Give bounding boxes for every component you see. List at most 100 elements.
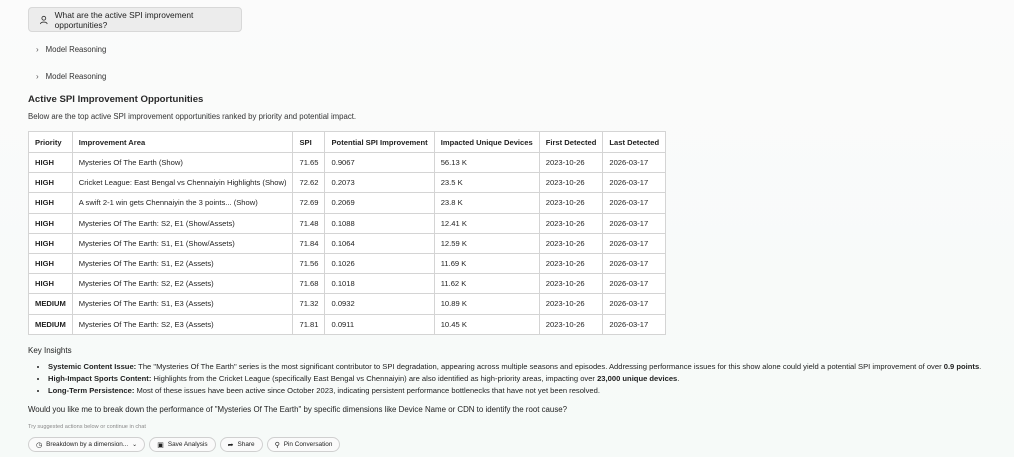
user-message-bubble: What are the active SPI improvement oppo… <box>28 7 242 32</box>
suggested-actions-hint: Try suggested actions below or continue … <box>28 424 146 430</box>
model-reasoning-toggle-1[interactable]: › Model Reasoning <box>36 43 106 55</box>
table-row: HIGH Cricket League: East Bengal vs Chen… <box>28 172 667 194</box>
breakdown-dimension-button[interactable]: ◷ Breakdown by a dimension... ⌄ <box>28 437 146 452</box>
priority-cell: HIGH <box>28 151 73 174</box>
header-first-detected: First Detected <box>538 131 604 153</box>
share-button[interactable]: ➦ Share <box>219 437 263 452</box>
priority-cell: HIGH <box>28 212 73 234</box>
impacted-devices-cell: 10.89 K <box>433 293 540 315</box>
header-priority: Priority <box>28 131 73 153</box>
spi-cell: 71.56 <box>292 252 326 275</box>
impacted-devices-cell: 11.69 K <box>433 252 540 275</box>
insight-item: Long-Term Persistence: Most of these iss… <box>48 385 1014 397</box>
insight-item: High-Impact Sports Content: Highlights f… <box>48 373 1014 385</box>
insight-tail: . <box>677 373 680 383</box>
save-label: Save Analysis <box>167 441 208 448</box>
potential-improvement-cell: 0.2069 <box>324 192 435 214</box>
followup-question: Would you like me to break down the perf… <box>28 405 568 414</box>
insight-label: Systemic Content Issue: <box>48 362 137 371</box>
share-label: Share <box>237 441 255 448</box>
first-detected-cell: 2023-10-26 <box>538 151 604 174</box>
insight-item: Systemic Content Issue: The "Mysteries O… <box>48 361 1014 373</box>
clock-icon: ◷ <box>36 441 43 449</box>
action-bar: ◷ Breakdown by a dimension... ⌄ ▣ Save A… <box>28 437 341 452</box>
improvement-area-cell: Mysteries Of The Earth: S1, E2 (Assets) <box>71 252 294 275</box>
last-detected-cell: 2026-03-17 <box>602 252 667 275</box>
table-row: HIGH Mysteries Of The Earth: S2, E2 (Ass… <box>28 273 667 295</box>
spi-cell: 71.84 <box>292 232 326 254</box>
header-spi: SPI <box>292 131 326 153</box>
pin-icon: ⚲ <box>274 441 280 449</box>
last-detected-cell: 2026-03-17 <box>602 293 667 315</box>
spi-cell: 71.32 <box>292 293 326 315</box>
model-reasoning-toggle-2[interactable]: › Model Reasoning <box>36 70 106 82</box>
improvement-area-cell: Mysteries Of The Earth: S2, E1 (Show/Ass… <box>71 212 294 234</box>
save-analysis-button[interactable]: ▣ Save Analysis <box>149 437 216 452</box>
improvement-area-cell: Cricket League: East Bengal vs Chennaiyi… <box>71 172 294 194</box>
priority-cell: HIGH <box>28 252 73 275</box>
first-detected-cell: 2023-10-26 <box>538 313 604 335</box>
table-row: HIGH Mysteries Of The Earth: S2, E1 (Sho… <box>28 212 667 234</box>
breakdown-label: Breakdown by a dimension... <box>46 441 129 448</box>
improvement-area-cell: A swift 2-1 win gets Chennaiyin the 3 po… <box>71 192 294 214</box>
priority-cell: HIGH <box>28 172 73 194</box>
potential-improvement-cell: 0.2073 <box>324 172 435 194</box>
table-header-row: Priority Improvement Area SPI Potential … <box>28 131 667 153</box>
insight-emphasis: 23,000 unique devices <box>597 373 678 383</box>
table-row: HIGH Mysteries Of The Earth: S1, E1 (Sho… <box>28 232 667 254</box>
spi-cell: 72.62 <box>292 172 326 194</box>
improvement-area-cell: Mysteries Of The Earth: S1, E3 (Assets) <box>71 293 294 315</box>
potential-improvement-cell: 0.0932 <box>324 293 435 315</box>
potential-improvement-cell: 0.9067 <box>324 151 435 174</box>
insight-label: Long-Term Persistence: <box>48 385 135 395</box>
section-description: Below are the top active SPI improvement… <box>28 112 357 121</box>
opportunities-table: Priority Improvement Area SPI Potential … <box>28 131 667 335</box>
model-reasoning-label: Model Reasoning <box>45 44 107 54</box>
last-detected-cell: 2026-03-17 <box>602 151 667 174</box>
last-detected-cell: 2026-03-17 <box>602 212 667 234</box>
last-detected-cell: 2026-03-17 <box>602 313 667 335</box>
last-detected-cell: 2026-03-17 <box>602 172 667 194</box>
spi-cell: 71.48 <box>292 212 326 234</box>
improvement-area-cell: Mysteries Of The Earth: S2, E2 (Assets) <box>71 273 294 295</box>
table-row: HIGH A swift 2-1 win gets Chennaiyin the… <box>28 192 667 214</box>
chevron-right-icon: › <box>36 44 39 54</box>
impacted-devices-cell: 12.41 K <box>433 212 540 234</box>
first-detected-cell: 2023-10-26 <box>538 172 604 194</box>
user-message-text: What are the active SPI improvement oppo… <box>54 9 194 30</box>
priority-cell: MEDIUM <box>28 313 73 335</box>
last-detected-cell: 2026-03-17 <box>602 192 667 214</box>
spi-cell: 71.65 <box>292 151 326 174</box>
first-detected-cell: 2023-10-26 <box>538 293 604 315</box>
header-impacted-devices: Impacted Unique Devices <box>433 131 540 153</box>
table-row: MEDIUM Mysteries Of The Earth: S1, E3 (A… <box>28 293 667 315</box>
model-reasoning-label: Model Reasoning <box>45 71 107 81</box>
spi-cell: 71.81 <box>292 313 326 335</box>
table-row: HIGH Mysteries Of The Earth: S1, E2 (Ass… <box>28 252 667 275</box>
spi-cell: 72.69 <box>292 192 326 214</box>
impacted-devices-cell: 23.8 K <box>433 192 540 214</box>
potential-improvement-cell: 0.1018 <box>324 273 435 295</box>
improvement-area-cell: Mysteries Of The Earth (Show) <box>71 151 294 174</box>
pin-conversation-button[interactable]: ⚲ Pin Conversation <box>266 437 341 452</box>
priority-cell: HIGH <box>28 192 73 214</box>
user-icon <box>40 15 48 24</box>
impacted-devices-cell: 11.62 K <box>433 273 540 295</box>
key-insights-list: Systemic Content Issue: The "Mysteries O… <box>28 361 1014 396</box>
priority-cell: MEDIUM <box>28 293 73 315</box>
improvement-area-cell: Mysteries Of The Earth: S1, E1 (Show/Ass… <box>71 232 294 254</box>
pin-label: Pin Conversation <box>283 441 333 448</box>
share-icon: ➦ <box>227 441 234 449</box>
header-improvement-area: Improvement Area <box>71 131 294 153</box>
first-detected-cell: 2023-10-26 <box>538 252 604 275</box>
insight-text: Highlights from the Cricket League (spec… <box>151 373 598 383</box>
insight-label: High-Impact Sports Content: <box>48 373 152 383</box>
potential-improvement-cell: 0.1088 <box>324 212 435 234</box>
insight-text: The "Mysteries Of The Earth" series is t… <box>136 362 944 371</box>
impacted-devices-cell: 56.13 K <box>433 151 540 174</box>
improvement-area-cell: Mysteries Of The Earth: S2, E3 (Assets) <box>71 313 294 335</box>
insight-tail: . <box>979 362 982 371</box>
potential-improvement-cell: 0.0911 <box>324 313 435 335</box>
header-last-detected: Last Detected <box>602 131 667 153</box>
spi-cell: 71.68 <box>292 273 326 295</box>
